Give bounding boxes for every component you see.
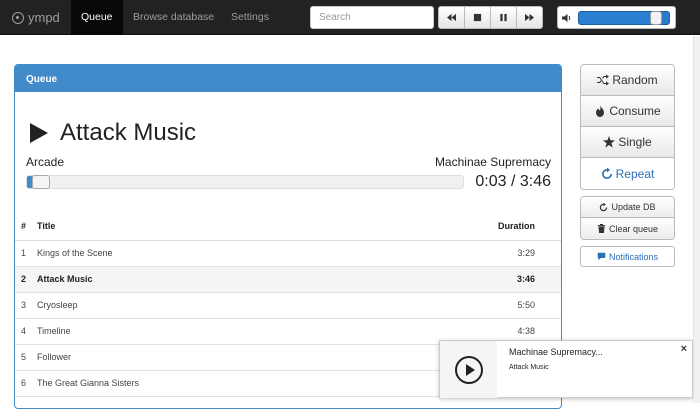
update-db-label: Update DB (611, 202, 656, 212)
repeat-icon (601, 167, 612, 179)
brand[interactable]: ympd (12, 0, 60, 35)
fast-forward-icon (525, 13, 534, 22)
db-actions-group: Update DB Clear queue (580, 196, 675, 240)
row-duration: 3:46 (441, 266, 561, 293)
play-circle-icon (12, 11, 24, 24)
single-button[interactable]: Single (581, 127, 674, 158)
column-title: Title (37, 213, 441, 241)
table-header-row: # Title Duration (15, 213, 561, 241)
page-scrollbar[interactable] (693, 36, 700, 403)
refresh-icon (600, 202, 608, 211)
now-playing-title-text: Attack Music (60, 119, 197, 146)
volume-fill (579, 11, 656, 24)
consume-label: Consume (609, 104, 661, 118)
volume-up-icon (562, 13, 572, 23)
notifications-button[interactable]: Notifications (580, 246, 675, 267)
brand-label: ympd (28, 10, 60, 25)
star-icon (603, 136, 616, 148)
pause-icon (500, 13, 507, 22)
consume-button[interactable]: Consume (581, 96, 674, 127)
next-button[interactable] (516, 6, 543, 29)
nav-browse-database[interactable]: Browse database (123, 0, 224, 35)
repeat-button[interactable]: Repeat (581, 158, 674, 189)
trash-icon (597, 224, 606, 233)
row-title: Attack Music (37, 266, 441, 293)
column-number: # (15, 213, 37, 241)
clear-queue-label: Clear queue (608, 223, 659, 234)
table-row[interactable]: 1 Kings of the Scene 3:29 (15, 240, 561, 267)
single-label: Single (618, 135, 652, 149)
row-title: Follower (37, 344, 441, 371)
fire-icon (596, 105, 605, 117)
notification-toast: Machinae Supremacy... Attack Music × (439, 340, 693, 398)
row-title: The Great Gianna Sisters (37, 370, 441, 397)
close-icon[interactable]: × (681, 343, 687, 355)
random-label: Random (612, 73, 658, 87)
volume-control (557, 6, 676, 29)
stop-icon (473, 13, 482, 22)
comment-icon (597, 252, 606, 261)
clear-queue-button[interactable]: Clear queue (581, 218, 674, 239)
fast-backward-icon (447, 13, 456, 22)
row-title: Cryosleep (37, 292, 441, 319)
repeat-label: Repeat (615, 166, 655, 181)
search-input[interactable] (310, 6, 434, 29)
row-duration: 5:50 (441, 292, 561, 319)
random-button[interactable]: Random (581, 65, 674, 96)
progress-handle[interactable] (31, 175, 50, 189)
random-icon (597, 74, 610, 86)
toast-icon-box (440, 341, 497, 398)
update-db-button[interactable]: Update DB (581, 197, 674, 218)
table-row-current[interactable]: 2 Attack Music 3:46 (15, 266, 561, 293)
now-playing-album: Arcade (26, 155, 65, 169)
playback-mode-group: Random Consume Single Repeat (580, 64, 675, 190)
navbar: ympd Queue Browse database Settings (0, 0, 700, 35)
row-duration: 3:29 (441, 240, 561, 267)
volume-slider[interactable] (578, 10, 670, 25)
toast-title: Machinae Supremacy... (509, 347, 603, 357)
row-number: 4 (15, 318, 37, 345)
nav-queue[interactable]: Queue (71, 0, 123, 35)
progress-bar[interactable] (26, 175, 464, 189)
toast-body: Attack Music (509, 364, 549, 371)
play-icon (30, 123, 48, 143)
now-playing-artist: Machinae Supremacy (434, 155, 551, 169)
now-playing-title: Attack Music (28, 119, 196, 147)
row-number: 2 (15, 266, 37, 293)
side-controls: Random Consume Single Repeat Update DB C… (580, 64, 675, 267)
pause-button[interactable] (490, 6, 517, 29)
playback-controls (438, 6, 543, 29)
row-title: Kings of the Scene (37, 240, 441, 267)
row-number: 3 (15, 292, 37, 319)
column-duration: Duration (441, 213, 561, 241)
time-counter: 0:03 / 3:46 (475, 173, 551, 190)
stop-button[interactable] (464, 6, 491, 29)
volume-handle[interactable] (649, 10, 662, 25)
row-number: 5 (15, 344, 37, 371)
row-title: Timeline (37, 318, 441, 345)
notifications-label: Notifications (608, 251, 659, 262)
panel-heading: Queue (15, 65, 561, 92)
row-number: 1 (15, 240, 37, 267)
prev-button[interactable] (438, 6, 465, 29)
table-row[interactable]: 3 Cryosleep 5:50 (15, 292, 561, 319)
nav-settings[interactable]: Settings (221, 0, 279, 35)
play-circle-icon (454, 355, 483, 384)
row-number: 6 (15, 370, 37, 397)
